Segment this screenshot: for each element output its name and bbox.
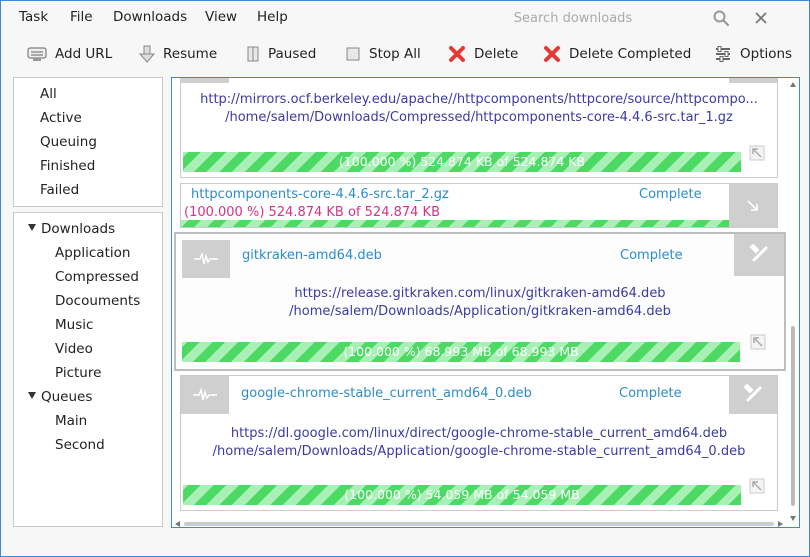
menu-view[interactable]: View: [205, 9, 237, 25]
download-progress-text: (100.000 %) 524.874 KB of 524.874 KB: [184, 205, 440, 220]
menu-downloads[interactable]: Downloads: [113, 9, 187, 25]
download-name: google-chrome-stable_current_amd64_0.deb: [241, 386, 532, 401]
resume-icon: [139, 45, 155, 63]
delete-completed-button[interactable]: Delete Completed: [543, 43, 691, 65]
collapse-icon[interactable]: [749, 478, 765, 494]
search-icon[interactable]: [710, 7, 732, 29]
resume-button[interactable]: Resume: [139, 43, 217, 65]
tree-item-picture[interactable]: Picture: [55, 365, 101, 381]
tree-item-compressed[interactable]: Compressed: [55, 269, 139, 285]
tree-item-documents[interactable]: Docouments: [55, 293, 140, 309]
hammer-icon[interactable]: [748, 244, 770, 266]
menu-file[interactable]: File: [70, 9, 93, 25]
tools-box[interactable]: [734, 234, 784, 276]
options-button[interactable]: Options: [714, 43, 792, 65]
category-finished[interactable]: Finished: [40, 158, 95, 174]
delete-completed-icon: [544, 46, 560, 62]
download-path: /home/salem/Downloads/Compressed/httpcom…: [225, 110, 733, 125]
tools-box[interactable]: [729, 376, 777, 414]
download-url: http://mirrors.ocf.berkeley.edu/apache//…: [200, 92, 758, 107]
resume-label: Resume: [163, 46, 218, 62]
delete-icon: [449, 46, 465, 62]
activity-icon: [193, 388, 217, 401]
pulse-box-edge: [181, 78, 229, 83]
tree-item-main[interactable]: Main: [55, 413, 87, 429]
category-all[interactable]: All: [40, 86, 57, 102]
expand-arrow-icon[interactable]: [28, 224, 36, 231]
tree-downloads[interactable]: Downloads: [28, 221, 115, 237]
activity-box: [181, 376, 229, 414]
download-list: http://mirrors.ocf.berkeley.edu/apache//…: [171, 77, 800, 528]
collapse-icon[interactable]: [750, 334, 766, 350]
menu-help[interactable]: Help: [257, 9, 288, 25]
close-icon[interactable]: [750, 7, 772, 29]
tree-queues-label: Queues: [41, 389, 93, 405]
download-status: Complete: [639, 187, 702, 202]
delete-button[interactable]: Delete: [448, 43, 518, 65]
options-label: Options: [740, 46, 793, 62]
download-status: Complete: [619, 386, 682, 401]
category-failed[interactable]: Failed: [40, 182, 79, 198]
expand-box[interactable]: [729, 184, 777, 227]
download-item[interactable]: gitkraken-amd64.deb Complete https://rel…: [174, 232, 786, 371]
add-url-label: Add URL: [55, 46, 113, 62]
download-item[interactable]: http://mirrors.ocf.berkeley.edu/apache//…: [180, 78, 778, 178]
progress-text: (100.000 %) 54.059 MB of 54.059 MB: [344, 487, 580, 502]
paused-label: Paused: [268, 46, 317, 62]
tree-panel: Downloads Application Compressed Docoume…: [13, 212, 163, 527]
category-active[interactable]: Active: [40, 110, 82, 126]
tree-item-second[interactable]: Second: [55, 437, 105, 453]
activity-icon: [194, 252, 218, 265]
stop-all-button[interactable]: Stop All: [345, 43, 421, 65]
download-status: Complete: [620, 248, 683, 263]
tree-queues[interactable]: Queues: [28, 389, 92, 405]
expand-arrow-icon[interactable]: [28, 392, 36, 399]
tree-downloads-label: Downloads: [41, 221, 116, 237]
download-name: httpcomponents-core-4.4.6-src.tar_2.gz: [191, 187, 449, 202]
options-icon: [716, 46, 730, 62]
download-url: https://release.gitkraken.com/linux/gitk…: [294, 286, 666, 301]
paused-button[interactable]: Paused: [246, 43, 316, 65]
hammer-icon[interactable]: [742, 384, 764, 406]
download-path: /home/salem/Downloads/Application/gitkra…: [289, 304, 671, 319]
category-queuing[interactable]: Queuing: [40, 134, 97, 150]
expand-icon[interactable]: [745, 198, 761, 214]
stop-all-label: Stop All: [369, 46, 421, 62]
download-name: gitkraken-amd64.deb: [242, 248, 382, 263]
horizontal-scrollbar[interactable]: [174, 517, 784, 527]
download-path: /home/salem/Downloads/Application/google…: [212, 444, 746, 459]
progress-bar: (100.000 %) 68.993 MB of 68.993 MB: [182, 342, 740, 362]
tree-item-music[interactable]: Music: [55, 317, 93, 333]
toolbar: Add URL Resume Paused Stop All Delete De…: [1, 37, 809, 71]
menu-task[interactable]: Task: [19, 9, 48, 25]
delete-completed-label: Delete Completed: [569, 46, 692, 62]
stop-icon: [346, 47, 360, 61]
add-url-icon: [27, 47, 47, 61]
menu-bar: Task File Downloads View Help: [1, 1, 809, 33]
progress-bar: (100.000 %) 54.059 MB of 54.059 MB: [183, 485, 741, 505]
progress-bar: (100.000 %) 524.874 KB of 524.874 KB: [183, 152, 741, 172]
activity-box: [182, 240, 230, 278]
download-url: https://dl.google.com/linux/direct/googl…: [230, 426, 728, 441]
tree-item-application[interactable]: Application: [55, 245, 130, 261]
app-window: Task File Downloads View Help Add URL Re…: [0, 0, 810, 557]
add-url-button[interactable]: Add URL: [27, 43, 112, 65]
pause-icon: [247, 46, 259, 62]
progress-text: (100.000 %) 524.874 KB of 524.874 KB: [338, 154, 586, 169]
download-item[interactable]: google-chrome-stable_current_amd64_0.deb…: [180, 375, 778, 511]
progress-text: (100.000 %) 68.993 MB of 68.993 MB: [343, 344, 579, 359]
collapse-icon[interactable]: [749, 145, 765, 161]
category-panel: All Active Queuing Finished Failed: [13, 77, 163, 207]
vertical-scrollbar[interactable]: [789, 80, 797, 523]
progress-bar: [181, 220, 729, 227]
delete-label: Delete: [474, 46, 519, 62]
tree-item-video[interactable]: Video: [55, 341, 93, 357]
hammer-box-edge: [729, 78, 777, 83]
search-input[interactable]: [441, 7, 705, 29]
download-item[interactable]: httpcomponents-core-4.4.6-src.tar_2.gz C…: [180, 183, 778, 228]
